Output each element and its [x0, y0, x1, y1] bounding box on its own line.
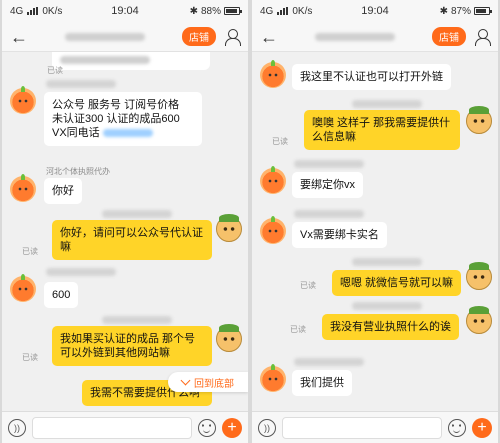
user-avatar[interactable]	[216, 324, 242, 352]
message-list[interactable]: 我这里不认证也可以打开外链 噢噢 这样子 那我需要提供什么信息嘛 已读 要绑定你…	[252, 52, 498, 411]
message-bubble: 公众号 服务号 订阅号价格 未认证300 认证的成品600 VX同电话	[44, 92, 202, 146]
signal-icon	[277, 7, 289, 15]
shop-avatar[interactable]	[260, 60, 286, 88]
message-bubble: 你好	[44, 178, 82, 204]
voice-icon[interactable]: ))	[8, 418, 26, 437]
profile-icon[interactable]	[224, 28, 241, 46]
input-bar: )) +	[2, 411, 248, 443]
chevron-down-icon	[180, 375, 191, 385]
shop-avatar[interactable]	[10, 174, 36, 202]
bluetooth-icon: ✱	[189, 5, 198, 17]
message-bubble: 我们提供	[292, 370, 352, 396]
shop-avatar[interactable]	[260, 166, 286, 194]
message-bubble: 我这里不认证也可以打开外链	[292, 64, 451, 90]
shop-button[interactable]: 店铺	[432, 27, 466, 46]
user-avatar[interactable]	[466, 106, 492, 134]
chat-title	[28, 32, 182, 41]
chat-title	[278, 32, 432, 41]
status-bar: 4G 0K/s 19:04 ✱ 87%	[252, 0, 498, 22]
shop-button[interactable]: 店铺	[182, 27, 216, 46]
profile-icon[interactable]	[474, 28, 491, 46]
battery-icon	[224, 7, 242, 15]
read-receipt: 已读	[22, 353, 38, 362]
battery-percent: 88%	[200, 5, 221, 17]
message-input[interactable]	[32, 416, 192, 439]
message-bubble: 要绑定你vx	[292, 172, 363, 198]
network-speed: 0K/s	[42, 5, 63, 17]
battery-icon	[474, 7, 492, 15]
shop-avatar[interactable]	[10, 274, 36, 302]
emoji-icon[interactable]	[198, 418, 216, 437]
back-arrow-icon[interactable]: ←	[10, 28, 28, 46]
phone-number-redacted	[102, 129, 153, 138]
shop-avatar[interactable]	[260, 364, 286, 392]
bluetooth-icon: ✱	[439, 5, 448, 17]
chat-header: ← 店铺	[252, 22, 498, 52]
back-to-bottom-button[interactable]: 回到底部	[168, 372, 248, 392]
message-bubble: 噢噢 这样子 那我需要提供什么信息嘛	[304, 110, 460, 150]
read-receipt: 已读	[290, 325, 306, 334]
read-receipt: 已读	[300, 281, 316, 290]
network-speed: 0K/s	[292, 5, 313, 17]
message-list[interactable]: 已读 公众号 服务号 订阅号价格 未认证300 认证的成品600 VX同电话 河…	[2, 52, 248, 411]
sender-name: 河北个体执照代办	[46, 167, 110, 176]
voice-icon[interactable]: ))	[258, 418, 276, 437]
chat-header: ← 店铺	[2, 22, 248, 52]
plus-icon[interactable]: +	[222, 417, 242, 438]
message-bubble: 600	[44, 282, 79, 308]
chat-screen-left: 4G 0K/s 19:04 ✱ 88% ← 店铺 已读 公众号 服务号 订阅号价…	[2, 0, 248, 443]
input-bar: )) +	[252, 411, 498, 443]
back-arrow-icon[interactable]: ←	[260, 28, 278, 46]
user-avatar[interactable]	[466, 306, 492, 334]
message-bubble: 我如果买认证的成品 那个号可以外链到其他网站嘛	[52, 326, 212, 366]
shop-avatar[interactable]	[10, 86, 36, 114]
message-bubble	[52, 52, 210, 70]
message-input[interactable]	[282, 416, 442, 439]
signal-icon	[27, 7, 39, 15]
plus-icon[interactable]: +	[472, 417, 492, 438]
user-avatar[interactable]	[216, 214, 242, 242]
user-avatar[interactable]	[466, 262, 492, 290]
message-bubble: 你好，请问可以公众号代认证嘛	[52, 220, 212, 260]
message-bubble: 我没有营业执照什么的诶	[322, 314, 459, 340]
read-receipt: 已读	[272, 137, 288, 146]
battery-percent: 87%	[450, 5, 471, 17]
network-label: 4G	[260, 5, 274, 17]
message-bubble: 嗯嗯 就微信号就可以嘛	[332, 270, 462, 296]
message-bubble: Vx需要绑卡实名	[292, 222, 387, 248]
shop-avatar[interactable]	[260, 216, 286, 244]
read-receipt: 已读	[47, 66, 63, 75]
status-bar: 4G 0K/s 19:04 ✱ 88%	[2, 0, 248, 22]
emoji-icon[interactable]	[448, 418, 466, 437]
chat-screen-right: 4G 0K/s 19:04 ✱ 87% ← 店铺 我这里不认证也可以打开外链 噢…	[252, 0, 498, 443]
read-receipt: 已读	[22, 247, 38, 256]
network-label: 4G	[10, 5, 24, 17]
